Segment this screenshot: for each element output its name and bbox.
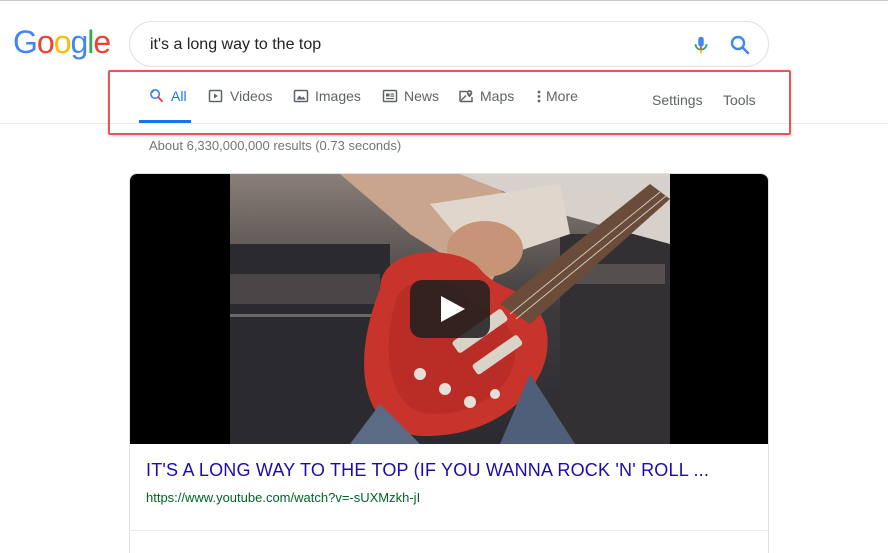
logo-letter: e (93, 24, 111, 60)
window-top-border (0, 0, 888, 1)
video-result-card: IT'S A LONG WAY TO THE TOP (IF YOU WANNA… (129, 173, 769, 553)
logo-letter: o (53, 24, 72, 60)
result-url: https://www.youtube.com/watch?v=-sUXMzkh… (146, 490, 421, 505)
search-submit-icon[interactable] (728, 33, 752, 57)
search-input[interactable] (150, 33, 670, 57)
card-divider (130, 530, 768, 531)
result-title-link[interactable]: IT'S A LONG WAY TO THE TOP (IF YOU WANNA… (146, 460, 709, 481)
microphone-icon[interactable] (690, 34, 712, 56)
video-thumbnail[interactable] (130, 174, 768, 444)
highlight-box (108, 70, 791, 135)
search-box (129, 21, 769, 67)
logo-letter: o (36, 24, 55, 60)
google-logo[interactable]: Google (13, 24, 111, 60)
play-button[interactable] (410, 280, 490, 338)
result-stats: About 6,330,000,000 results (0.73 second… (149, 138, 402, 153)
logo-letter: G (13, 24, 38, 60)
logo-letter: g (70, 24, 88, 60)
